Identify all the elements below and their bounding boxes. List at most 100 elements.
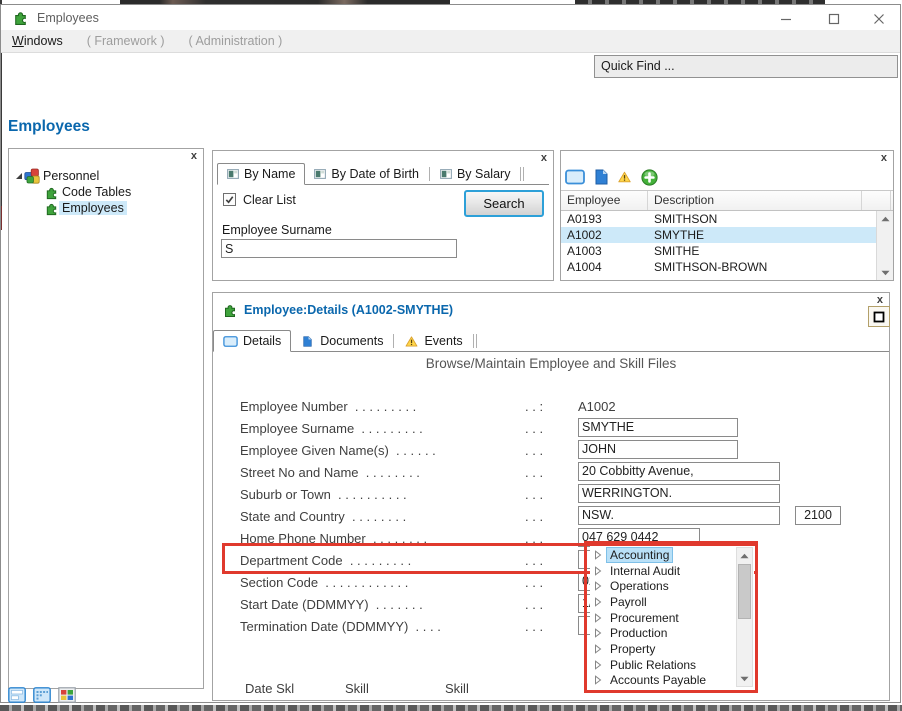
grid-header: EmployeeDescription <box>561 191 893 211</box>
tab-documents[interactable]: Documents <box>291 331 392 351</box>
tree-item-personnel[interactable]: Personnel <box>14 168 102 184</box>
toolbar-documents-icon[interactable] <box>595 169 608 185</box>
cell-employee: A1002 <box>561 228 648 242</box>
employee-list-close-button[interactable]: x <box>881 153 887 164</box>
scroll-down-icon[interactable] <box>737 671 752 686</box>
dropdown-item-accounts-payable[interactable]: Accounts Payable <box>590 673 736 689</box>
expand-closed-icon <box>594 613 602 623</box>
expand-closed-icon <box>594 581 602 591</box>
toolbar-events-warning-icon[interactable] <box>618 169 631 185</box>
field-input-suburb-or-town[interactable]: WERRINGTON. <box>578 484 780 503</box>
dropdown-item-internal-audit[interactable]: Internal Audit <box>590 563 736 579</box>
tab-separator <box>393 334 394 348</box>
tree-item-code-tables[interactable]: Code Tables <box>44 184 134 200</box>
field-label: Start Date (DDMMYY) . . . . . . . <box>240 597 423 612</box>
field-separator: . . . <box>525 443 543 458</box>
form-row-home-phone-number: Home Phone Number . . . . . . . .. . .04… <box>212 528 890 550</box>
toolbar-add-icon[interactable] <box>641 169 658 186</box>
field-input-state-and-country[interactable]: NSW. <box>578 506 780 525</box>
menu-item-framework[interactable]: ( Framework ) <box>84 32 168 50</box>
menu-item-windows[interactable]: Windows <box>9 32 66 50</box>
scrollbar-thumb[interactable] <box>738 564 751 619</box>
dropdown-item-production[interactable]: Production <box>590 625 736 641</box>
dropdown-item-property[interactable]: Property <box>590 641 736 657</box>
form-row-start-date-ddmmyy: Start Date (DDMMYY) . . . . . . .. . .1/ <box>212 594 890 616</box>
field-separator: . . . <box>525 553 543 568</box>
tab-by-name[interactable]: By Name <box>217 163 305 185</box>
tree-panel-close-button[interactable]: x <box>191 151 197 162</box>
details-panel-close-button[interactable]: x <box>877 295 883 306</box>
search-button[interactable]: Search <box>464 190 544 217</box>
minimize-button[interactable] <box>771 11 801 27</box>
tab-by-date-of-birth[interactable]: By Date of Birth <box>305 164 428 184</box>
dropdown-item-public-relations[interactable]: Public Relations <box>590 657 736 673</box>
dropdown-item-accounting[interactable]: Accounting <box>590 547 736 563</box>
cell-description: SMITHSON-BROWN <box>648 260 868 274</box>
field-input-employee-given-name-s[interactable]: JOHN <box>578 440 738 459</box>
tree-item-label: Employees <box>59 201 127 215</box>
table-row[interactable]: A1002SMYTHE <box>561 227 876 243</box>
tab-events[interactable]: Events <box>395 331 471 351</box>
tree-item-label: Code Tables <box>59 185 134 199</box>
column-header-blank[interactable] <box>862 191 891 210</box>
skill-column-2-skill: Skill <box>445 681 469 696</box>
details-tab-icon <box>223 336 238 347</box>
postcode-field[interactable]: 2100 <box>795 506 841 525</box>
scroll-down-icon[interactable] <box>877 265 893 280</box>
green-puzzle-icon <box>44 201 59 216</box>
table-row[interactable]: A1003SMITHE <box>561 243 876 259</box>
field-separator: . . . <box>525 509 543 524</box>
status-colors-icon[interactable] <box>58 687 76 708</box>
field-input-employee-surname[interactable]: SMYTHE <box>578 418 738 437</box>
maximize-button[interactable] <box>819 11 849 27</box>
form-row-state-and-country: State and Country . . . . . . . . . . . NS… <box>212 506 890 528</box>
form-title: Browse/Maintain Employee and Skill Files <box>213 356 889 371</box>
employees-window: Employees Windows ( Framework ) ( Administ… <box>0 0 902 711</box>
clear-list-checkbox[interactable] <box>223 193 236 206</box>
dropdown-scrollbar[interactable] <box>736 547 753 687</box>
column-header-description[interactable]: Description <box>648 191 862 210</box>
scroll-up-icon[interactable] <box>737 548 752 563</box>
table-row[interactable]: A1004SMITHSON-BROWN <box>561 259 876 275</box>
restore-button[interactable] <box>868 306 890 327</box>
table-row[interactable]: A0193SMITHSON <box>561 211 876 227</box>
background-window-edge-left <box>0 206 2 230</box>
tree-item-label: Personnel <box>40 169 102 183</box>
employee-list-scrollbar[interactable] <box>876 211 893 280</box>
arrow-up-icon <box>740 553 749 559</box>
dropdown-item-procurement[interactable]: Procurement <box>590 610 736 626</box>
details-header-text: Employee:Details (A1002-SMYTHE) <box>244 303 453 317</box>
add-icon <box>641 169 658 186</box>
menu-item-administration[interactable]: ( Administration ) <box>186 32 286 50</box>
field-label: State and Country . . . . . . . . <box>240 509 406 524</box>
close-button[interactable] <box>864 11 894 27</box>
column-header-employee[interactable]: Employee <box>561 191 648 210</box>
tab-details[interactable]: Details <box>213 330 291 352</box>
restore-icon <box>873 311 885 323</box>
tab-separator <box>473 334 474 348</box>
details-header: Employee:Details (A1002-SMYTHE) <box>222 302 453 318</box>
background-window-edge-bottom <box>0 705 902 711</box>
dropdown-item-operations[interactable]: Operations <box>590 578 736 594</box>
status-layout-grid-icon[interactable] <box>33 687 51 708</box>
tab-separator <box>429 167 430 181</box>
form-row-street-no-and-name: Street No and Name . . . . . . . .. . .2… <box>212 462 890 484</box>
status-layout-top-icon[interactable] <box>8 687 26 708</box>
dropdown-item-label: Procurement <box>607 611 682 625</box>
toolbar-details-tab-icon[interactable] <box>565 169 585 185</box>
dropdown-item-payroll[interactable]: Payroll <box>590 594 736 610</box>
field-input-home-phone-number[interactable]: 047 629 0442 <box>578 528 700 547</box>
scroll-up-icon[interactable] <box>877 211 893 226</box>
cell-employee: A1003 <box>561 244 648 258</box>
tab-label: Events <box>424 334 462 348</box>
field-input-street-no-and-name[interactable]: 20 Cobbitty Avenue, <box>578 462 780 481</box>
field-separator: . . . <box>525 465 543 480</box>
employee-surname-input[interactable]: S <box>221 239 457 258</box>
tab-label: By Name <box>244 167 295 181</box>
tree-item-employees[interactable]: Employees <box>44 200 127 216</box>
quick-find-input[interactable]: Quick Find ... <box>594 55 898 78</box>
tab-by-salary[interactable]: By Salary <box>431 164 520 184</box>
minimize-icon <box>780 13 792 25</box>
cell-description: SMYTHE <box>648 228 868 242</box>
field-separator: . . . <box>525 487 543 502</box>
